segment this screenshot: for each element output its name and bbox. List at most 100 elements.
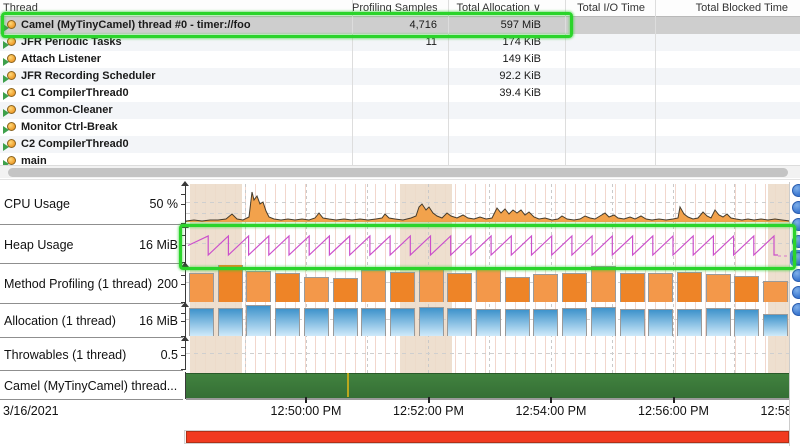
method-profiling-track[interactable] bbox=[186, 265, 790, 303]
thread-icon bbox=[3, 71, 17, 83]
label-divider bbox=[0, 303, 183, 304]
method-profiling-bar bbox=[333, 278, 358, 302]
method-profiling-bar bbox=[218, 265, 243, 302]
graph-button-icon[interactable] bbox=[792, 303, 800, 316]
allocation-bar bbox=[476, 309, 501, 336]
table-scrollbar-thumb[interactable] bbox=[8, 168, 788, 177]
column-header-total-allocation[interactable]: Total Allocation ∨ bbox=[448, 0, 541, 16]
timeline-panel: CPU Usage50 %Heap Usage16 MiBMethod Prof… bbox=[0, 179, 800, 446]
graph-button-icon[interactable] bbox=[792, 218, 800, 231]
allocation-bar bbox=[218, 308, 243, 336]
time-axis-label: 12:56:00 PM bbox=[629, 404, 719, 418]
track-label-row-2[interactable]: Heap Usage16 MiB bbox=[0, 226, 183, 263]
cell-samples bbox=[352, 119, 437, 136]
table-row[interactable]: Monitor Ctrl-Break bbox=[0, 119, 800, 136]
method-profiling-bar bbox=[648, 273, 673, 302]
graph-button-icon[interactable] bbox=[792, 201, 800, 214]
graph-button-icon[interactable] bbox=[792, 184, 800, 197]
time-axis-tick bbox=[550, 397, 552, 403]
timeline-scrollbar-thumb[interactable] bbox=[186, 431, 789, 443]
time-axis-tick bbox=[305, 397, 307, 403]
track-label-row-1[interactable]: CPU Usage50 % bbox=[0, 184, 183, 224]
table-row[interactable]: C1 CompilerThread039.4 KiB bbox=[0, 85, 800, 102]
thread-name-cell: Camel (MyTinyCamel) thread #0 - timer://… bbox=[0, 17, 355, 34]
table-row[interactable]: Attach Listener149 KiB bbox=[0, 51, 800, 68]
allocation-bar bbox=[505, 309, 530, 336]
method-profiling-bar bbox=[620, 273, 645, 302]
cell-allocation bbox=[448, 153, 541, 165]
thread-state-track[interactable] bbox=[186, 372, 790, 401]
cpu-usage-chart bbox=[186, 184, 790, 224]
thread-icon bbox=[3, 156, 17, 166]
method-profiling-bar bbox=[390, 272, 415, 302]
axis-tick bbox=[181, 284, 186, 285]
cell-io_time bbox=[565, 68, 645, 85]
table-horizontal-scrollbar[interactable] bbox=[0, 165, 800, 178]
heap-usage-track[interactable] bbox=[186, 226, 790, 263]
cell-blocked_time bbox=[655, 68, 788, 85]
track-scale-value: 50 % bbox=[150, 197, 179, 211]
axis-arrow-icon bbox=[181, 181, 189, 186]
graph-button-icon[interactable] bbox=[792, 269, 800, 282]
allocation-bar bbox=[447, 308, 472, 336]
axis-tick bbox=[181, 245, 186, 246]
column-header-total-i-o-time[interactable]: Total I/O Time bbox=[565, 0, 645, 16]
column-separator bbox=[565, 0, 566, 165]
thread-icon bbox=[3, 54, 17, 66]
method-profiling-bar bbox=[505, 277, 530, 302]
track-label-row-4[interactable]: Allocation (1 thread)16 MiB bbox=[0, 305, 183, 337]
method-profiling-bar bbox=[763, 281, 788, 302]
allocation-bar bbox=[275, 308, 300, 336]
allocation-bar bbox=[677, 309, 702, 336]
graph-button-icon[interactable] bbox=[792, 286, 800, 299]
cell-allocation: 597 MiB bbox=[448, 17, 541, 34]
graph-button-icon[interactable] bbox=[792, 252, 800, 265]
axis-tick bbox=[181, 347, 186, 348]
thread-name-cell: Common-Cleaner bbox=[0, 102, 355, 119]
cell-allocation: 174 KiB bbox=[448, 34, 541, 51]
timeline-scrollbar[interactable] bbox=[184, 430, 796, 444]
table-row[interactable]: Camel (MyTinyCamel) thread #0 - timer://… bbox=[0, 17, 800, 34]
method-profiling-bar bbox=[706, 274, 731, 302]
thread-name-label: JFR Periodic Tasks bbox=[21, 34, 122, 51]
method-profiling-bar bbox=[361, 270, 386, 302]
cell-io_time bbox=[565, 119, 645, 136]
cell-allocation: 92.2 KiB bbox=[448, 68, 541, 85]
column-header-total-blocked-time[interactable]: Total Blocked Time bbox=[655, 0, 788, 16]
label-divider bbox=[0, 263, 183, 264]
track-label-row-5[interactable]: Throwables (1 thread)0.5 bbox=[0, 339, 183, 370]
table-body: Camel (MyTinyCamel) thread #0 - timer://… bbox=[0, 17, 800, 165]
method-profiling-bar bbox=[533, 274, 558, 302]
time-axis-label: 12:50:00 PM bbox=[261, 404, 351, 418]
column-header-profiling-samples[interactable]: Profiling Samples bbox=[352, 0, 437, 16]
table-row[interactable]: main bbox=[0, 153, 800, 165]
column-separator bbox=[448, 0, 449, 165]
cell-blocked_time bbox=[655, 119, 788, 136]
table-row[interactable]: JFR Periodic Tasks11174 KiB bbox=[0, 34, 800, 51]
graph-button-icon[interactable] bbox=[792, 235, 800, 248]
table-row[interactable]: JFR Recording Scheduler92.2 KiB bbox=[0, 68, 800, 85]
cell-blocked_time bbox=[655, 34, 788, 51]
track-label-row-6[interactable]: Camel (MyTinyCamel) thread... bbox=[0, 372, 183, 399]
date-label: 3/16/2021 bbox=[3, 404, 59, 418]
cell-io_time bbox=[565, 102, 645, 119]
track-label-row-3[interactable]: Method Profiling (1 thread)200 bbox=[0, 265, 183, 303]
method-profiling-bar bbox=[189, 273, 214, 302]
cell-samples bbox=[352, 153, 437, 165]
label-divider bbox=[0, 399, 183, 400]
allocation-bar bbox=[189, 308, 214, 336]
axis-tick bbox=[181, 275, 186, 276]
column-header-thread[interactable]: Thread bbox=[3, 0, 352, 16]
throwables-track[interactable] bbox=[186, 339, 790, 370]
cell-samples: 4,716 bbox=[352, 17, 437, 34]
allocation-track[interactable] bbox=[186, 305, 790, 337]
thread-icon bbox=[3, 105, 17, 117]
cpu-usage-track[interactable] bbox=[186, 184, 790, 224]
table-row[interactable]: C2 CompilerThread0 bbox=[0, 136, 800, 153]
cell-blocked_time bbox=[655, 102, 788, 119]
track-scale-value: 16 MiB bbox=[139, 314, 178, 328]
axis-arrow-icon bbox=[181, 302, 189, 307]
track-scale-value: 200 bbox=[157, 277, 178, 291]
table-row[interactable]: Common-Cleaner bbox=[0, 102, 800, 119]
column-separator bbox=[655, 0, 656, 165]
